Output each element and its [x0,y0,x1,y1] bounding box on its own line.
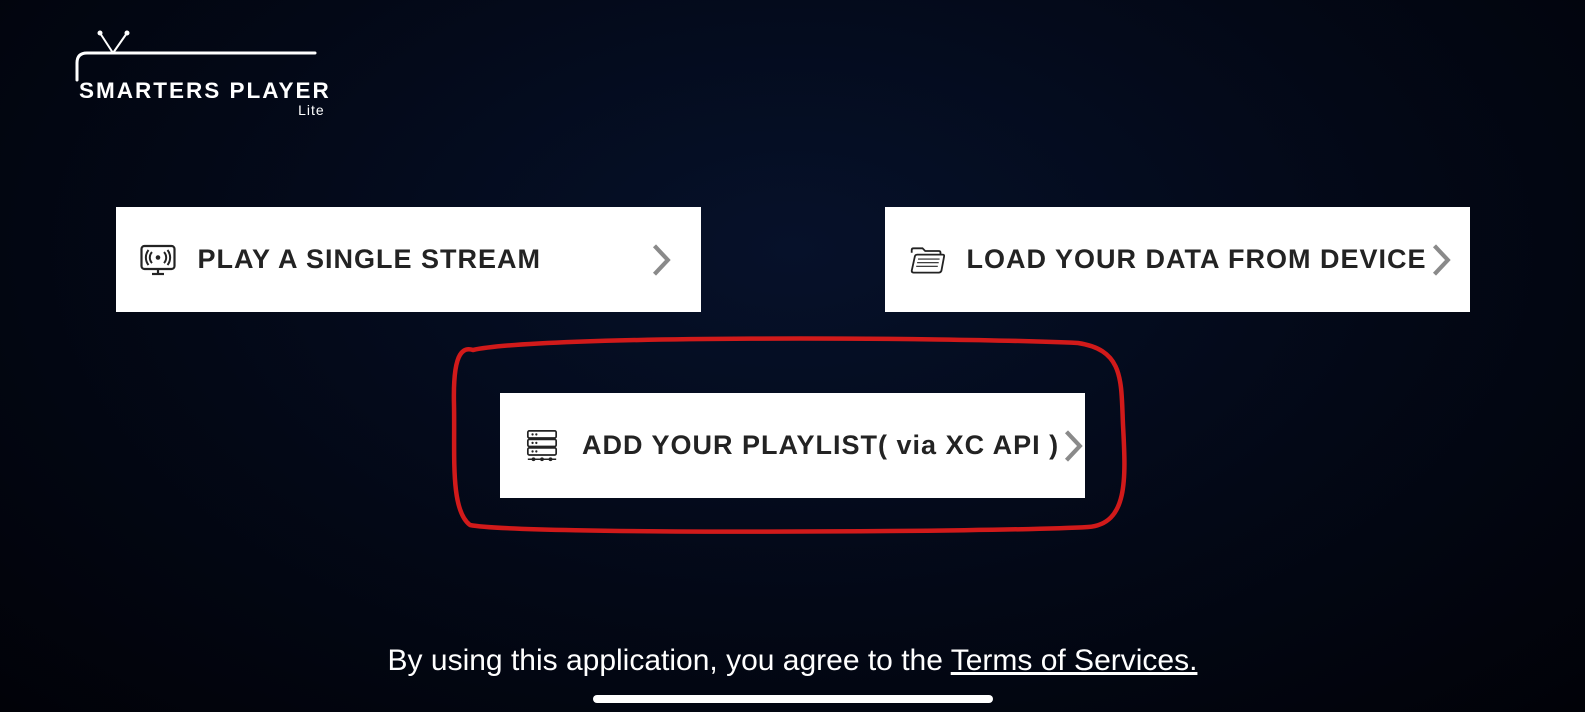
load-from-device-button[interactable]: LOAD YOUR DATA FROM DEVICE [885,207,1470,312]
chevron-right-icon [1427,245,1457,275]
add-playlist-xc-api-button[interactable]: ADD YOUR PLAYLIST( via XC API ) [500,393,1085,498]
terms-prefix: By using this application, you agree to … [388,644,951,677]
chevron-right-icon [1059,431,1089,461]
play-single-stream-button[interactable]: PLAY A SINGLE STREAM [116,207,701,312]
app-logo: SMARTERS PLAYER Lite [75,30,327,118]
chevron-right-icon [647,245,677,275]
terms-of-services-link[interactable]: Terms of Services. [951,644,1198,677]
tv-icon [75,30,325,82]
terms-footer: By using this application, you agree to … [0,644,1585,678]
broadcast-monitor-icon [140,242,176,278]
server-stack-icon [524,428,560,464]
option-label: LOAD YOUR DATA FROM DEVICE [967,244,1427,275]
option-row-center: ADD YOUR PLAYLIST( via XC API ) [0,393,1585,498]
option-label: ADD YOUR PLAYLIST( via XC API ) [582,430,1059,461]
option-label: PLAY A SINGLE STREAM [198,244,647,275]
option-row-top: PLAY A SINGLE STREAM LOAD YOUR DATA FROM… [0,207,1585,312]
folder-open-icon [909,242,945,278]
app-sub: Lite [298,102,325,118]
app-name: SMARTERS PLAYER [79,78,331,104]
home-indicator[interactable] [593,695,993,703]
